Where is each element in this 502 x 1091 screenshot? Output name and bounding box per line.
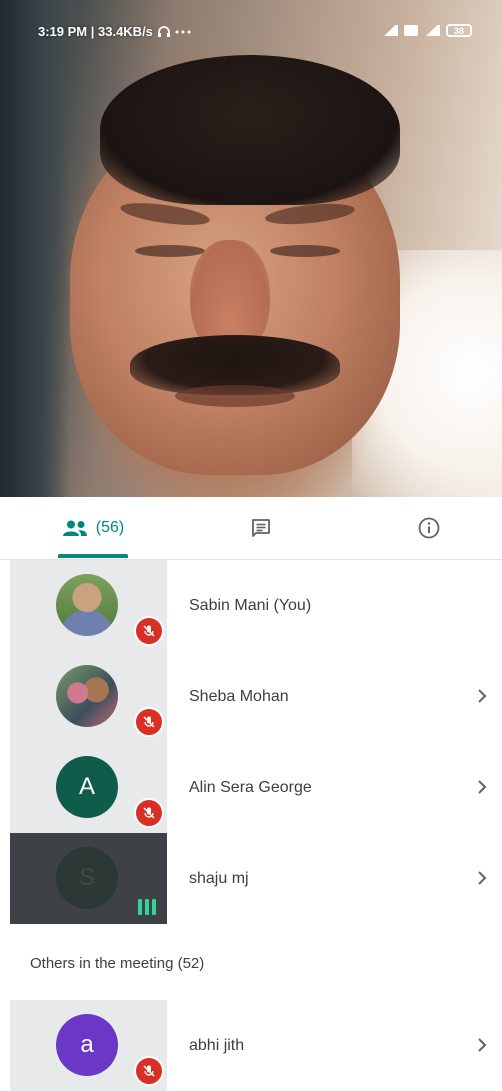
avatar: A [56,756,118,818]
participant-list: Sabin Mani (You) Sheba Mohan A Alin Sera… [0,560,502,1091]
speaker-mouth [175,385,295,407]
avatar [56,574,118,636]
participant-avatar-cell: A [10,742,167,833]
chevron-right-icon[interactable] [476,778,488,796]
tab-active-indicator [58,554,128,558]
speaker-left-eye [135,245,205,257]
status-left: 3:19 PM | 33.4KB/s [38,24,191,39]
status-right: 38 [382,24,472,37]
video-background-curtain [0,0,70,497]
participant-row[interactable]: a abhi jith [0,1000,502,1091]
more-notifications-icon [175,30,191,33]
tab-info[interactable] [364,497,494,559]
battery-icon: 38 [446,24,472,37]
chat-icon [252,519,270,537]
mic-off-icon [134,798,164,828]
people-count: (56) [95,519,125,536]
participant-name: abhi jith [189,1036,245,1054]
participant-name: Alin Sera George [189,778,312,796]
battery-level: 38 [453,25,464,36]
others-section-title: Others in the meeting (52) [30,955,205,972]
headset-icon [157,25,170,37]
status-time-speed: 3:19 PM | 33.4KB/s [38,24,153,39]
participant-row[interactable]: A Alin Sera George [0,742,502,833]
participant-row-speaking[interactable]: S shaju mj [0,833,502,924]
participant-name: Sheba Mohan [189,687,289,705]
mic-off-icon [134,707,164,737]
meeting-tabs: (56) [0,497,502,560]
mic-off-icon [134,1056,164,1086]
tab-chat[interactable] [196,497,326,559]
participant-name: shaju mj [189,869,249,887]
speaker-hair [100,55,400,205]
info-icon [418,517,440,539]
tab-people[interactable]: (56) [28,497,158,559]
participant-avatar-cell [10,651,167,742]
status-bar: 3:19 PM | 33.4KB/s 38 [0,0,502,62]
speaking-indicator-icon [136,893,158,915]
participant-avatar-cell: a [10,1000,167,1091]
meet-participants-screen: 3:19 PM | 33.4KB/s 38 (56) Sabin Mani (Y… [0,0,502,1091]
others-section-header: Others in the meeting (52) [0,924,502,1000]
avatar: a [56,1014,118,1076]
data-icon [404,25,418,36]
chevron-right-icon[interactable] [476,687,488,705]
participant-avatar-cell [10,560,167,651]
avatar: S [56,847,118,909]
avatar [56,665,118,727]
participant-name: Sabin Mani (You) [189,596,312,614]
participant-row[interactable]: Sheba Mohan [0,651,502,742]
cell-signal-icon [382,25,398,36]
speaker-right-eye [270,245,340,257]
cell-signal-2-icon [424,25,440,36]
active-speaker-video[interactable]: 3:19 PM | 33.4KB/s 38 [0,0,502,497]
participant-avatar-cell: S [10,833,167,924]
participant-row[interactable]: Sabin Mani (You) [0,560,502,651]
people-icon [62,520,87,536]
mic-off-icon [134,616,164,646]
chevron-right-icon[interactable] [476,1036,488,1054]
chevron-right-icon[interactable] [476,869,488,887]
